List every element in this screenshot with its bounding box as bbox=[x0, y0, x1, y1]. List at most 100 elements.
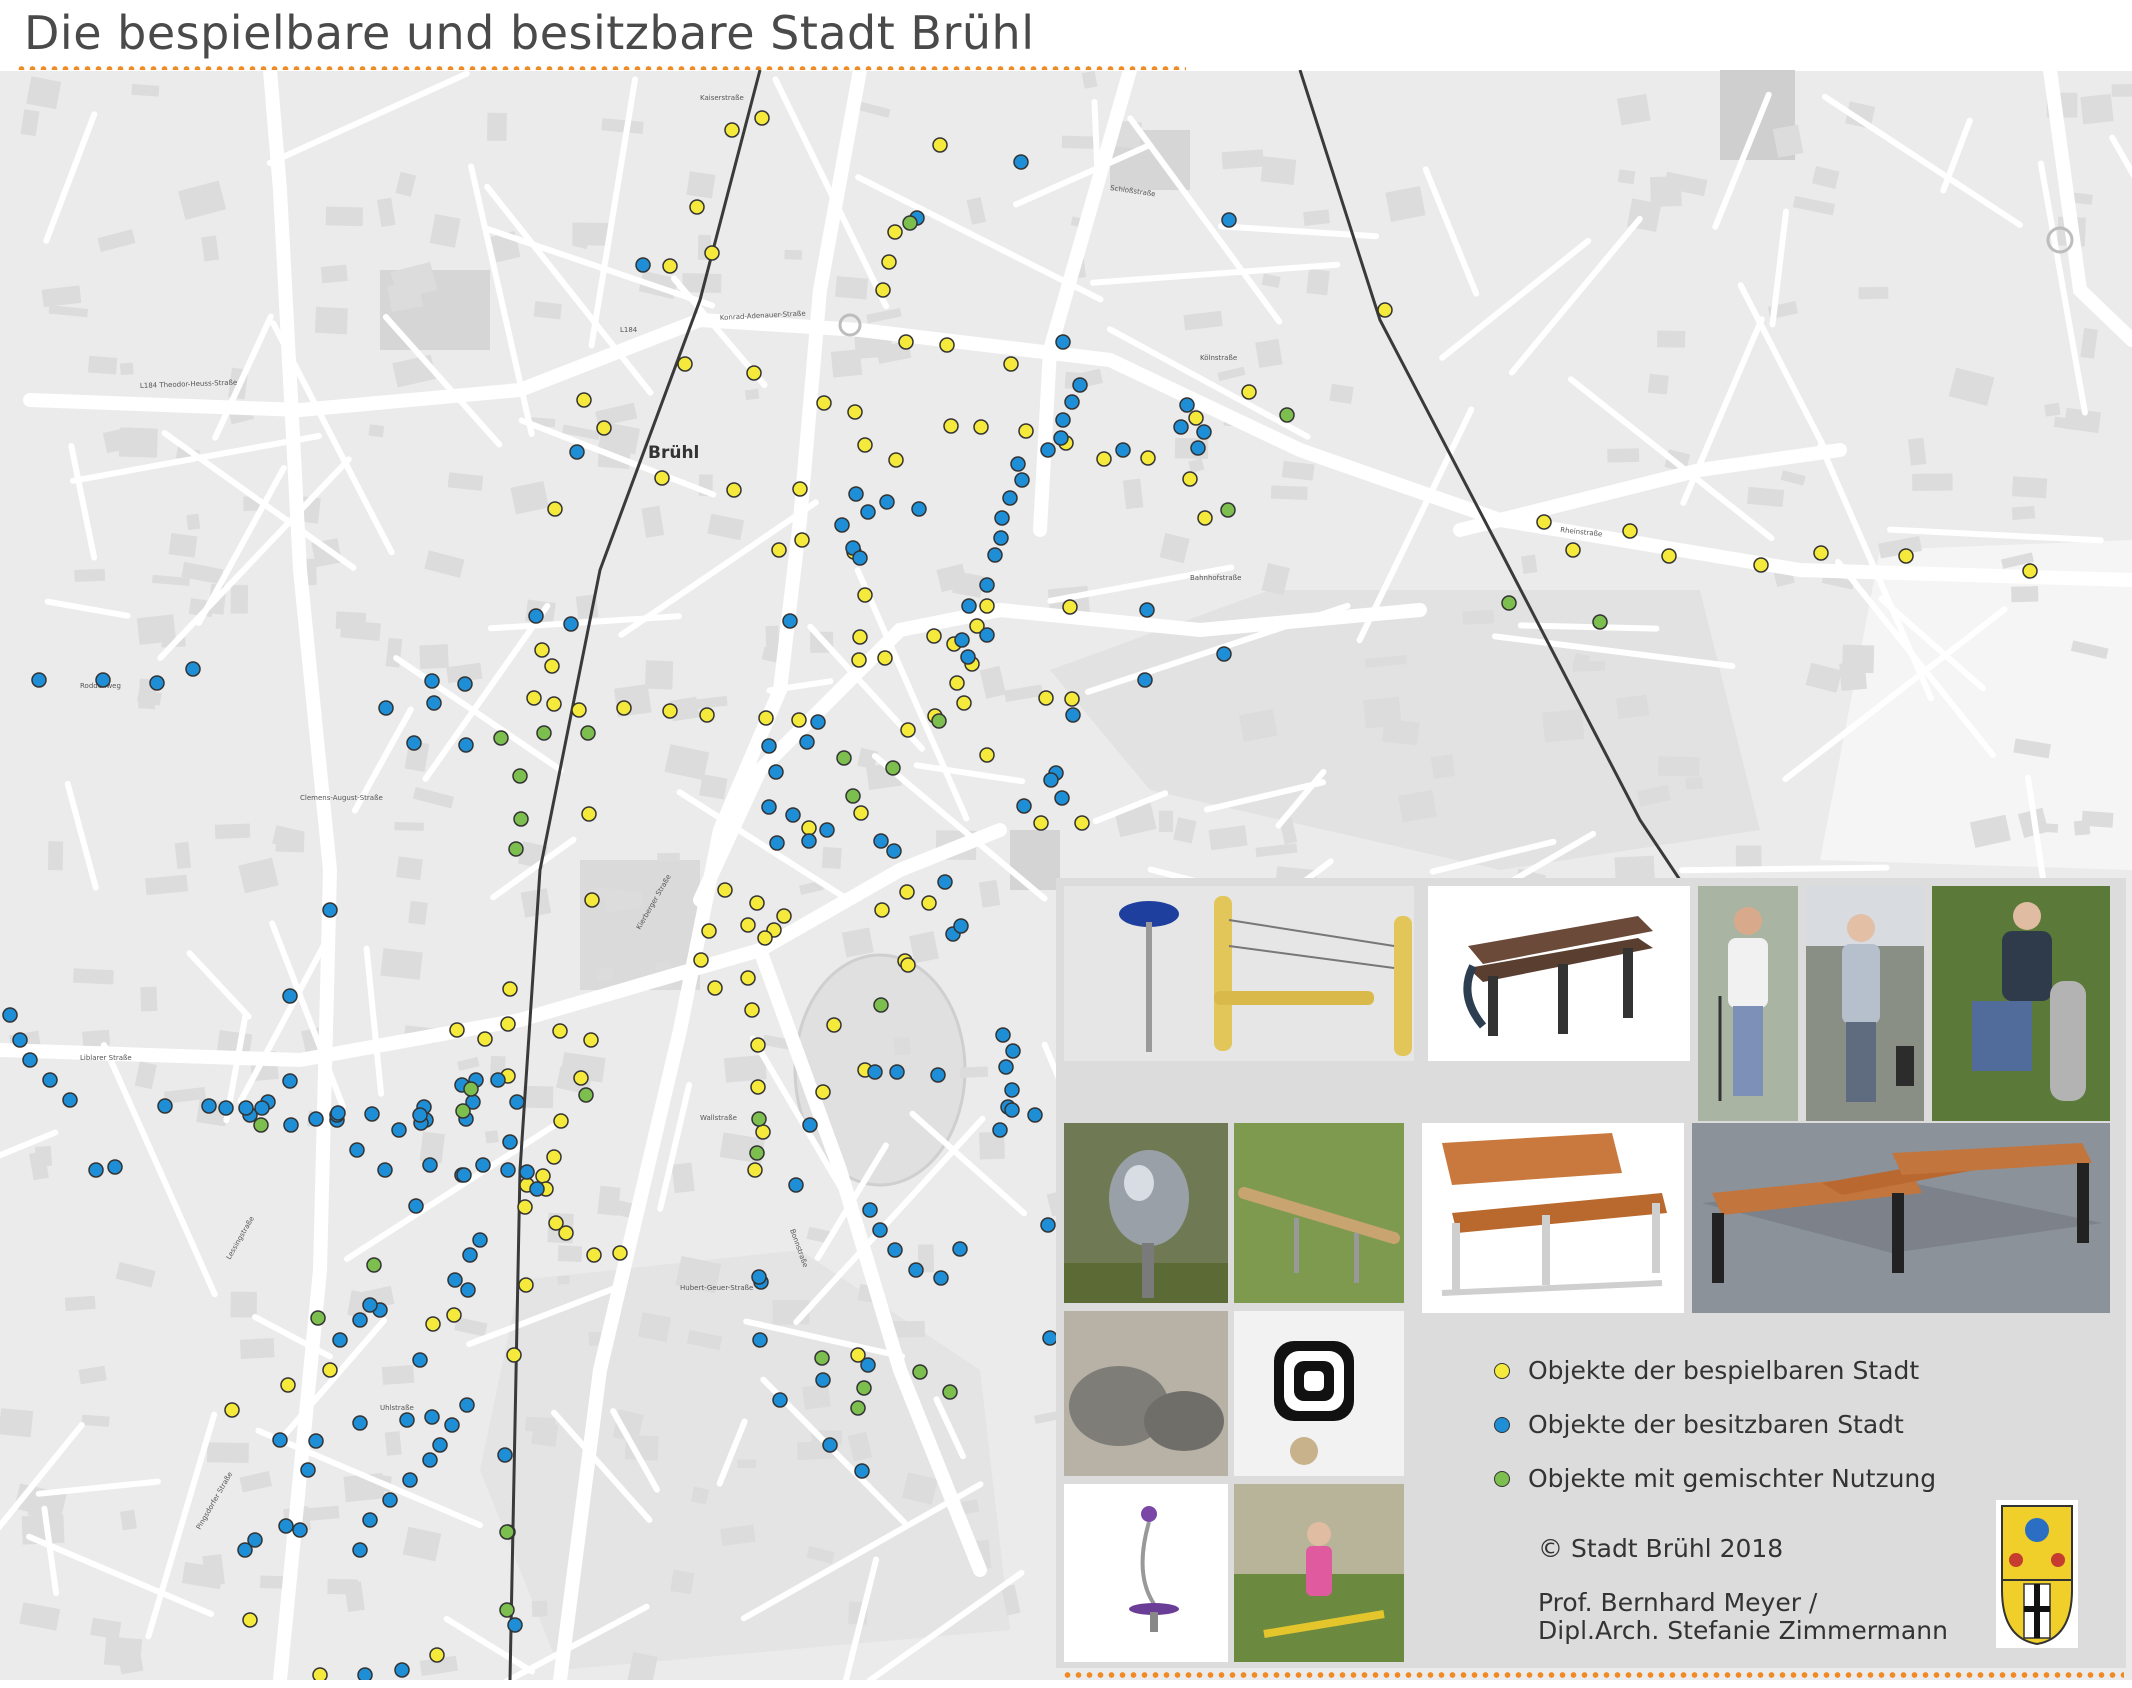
marker-mixed-object[interactable] bbox=[912, 1364, 928, 1380]
marker-mixed-object[interactable] bbox=[253, 1117, 269, 1133]
marker-sit-object[interactable] bbox=[815, 1372, 831, 1388]
marker-sit-object[interactable] bbox=[422, 1157, 438, 1173]
marker-sit-object[interactable] bbox=[322, 902, 338, 918]
marker-sit-object[interactable] bbox=[352, 1542, 368, 1558]
marker-play-object[interactable] bbox=[1622, 523, 1638, 539]
marker-sit-object[interactable] bbox=[282, 1073, 298, 1089]
marker-sit-object[interactable] bbox=[424, 1409, 440, 1425]
marker-sit-object[interactable] bbox=[782, 613, 798, 629]
marker-mixed-object[interactable] bbox=[536, 725, 552, 741]
marker-play-object[interactable] bbox=[322, 1362, 338, 1378]
marker-play-object[interactable] bbox=[699, 707, 715, 723]
marker-play-object[interactable] bbox=[1038, 690, 1054, 706]
marker-play-object[interactable] bbox=[224, 1402, 240, 1418]
marker-sit-object[interactable] bbox=[761, 799, 777, 815]
marker-sit-object[interactable] bbox=[810, 714, 826, 730]
marker-play-object[interactable] bbox=[662, 703, 678, 719]
marker-sit-object[interactable] bbox=[1053, 430, 1069, 446]
marker-play-object[interactable] bbox=[1753, 557, 1769, 573]
marker-sit-object[interactable] bbox=[785, 807, 801, 823]
marker-sit-object[interactable] bbox=[867, 1064, 883, 1080]
marker-play-object[interactable] bbox=[547, 501, 563, 517]
marker-play-object[interactable] bbox=[888, 452, 904, 468]
marker-sit-object[interactable] bbox=[1179, 397, 1195, 413]
marker-play-object[interactable] bbox=[750, 1079, 766, 1095]
marker-mixed-object[interactable] bbox=[942, 1384, 958, 1400]
marker-sit-object[interactable] bbox=[332, 1332, 348, 1348]
marker-play-object[interactable] bbox=[973, 419, 989, 435]
marker-sit-object[interactable] bbox=[472, 1232, 488, 1248]
marker-sit-object[interactable] bbox=[422, 1452, 438, 1468]
marker-sit-object[interactable] bbox=[873, 833, 889, 849]
marker-play-object[interactable] bbox=[1033, 815, 1049, 831]
marker-play-object[interactable] bbox=[576, 392, 592, 408]
marker-sit-object[interactable] bbox=[930, 1067, 946, 1083]
marker-sit-object[interactable] bbox=[834, 517, 850, 533]
marker-sit-object[interactable] bbox=[1042, 1330, 1058, 1346]
marker-mixed-object[interactable] bbox=[845, 788, 861, 804]
marker-play-object[interactable] bbox=[801, 820, 817, 836]
marker-play-object[interactable] bbox=[746, 365, 762, 381]
marker-play-object[interactable] bbox=[949, 675, 965, 691]
marker-play-object[interactable] bbox=[1197, 510, 1213, 526]
marker-play-object[interactable] bbox=[1813, 545, 1829, 561]
marker-play-object[interactable] bbox=[979, 598, 995, 614]
marker-sit-object[interactable] bbox=[801, 833, 817, 849]
marker-play-object[interactable] bbox=[939, 337, 955, 353]
marker-sit-object[interactable] bbox=[1216, 646, 1232, 662]
marker-sit-object[interactable] bbox=[953, 918, 969, 934]
marker-sit-object[interactable] bbox=[330, 1105, 346, 1121]
marker-play-object[interactable] bbox=[526, 690, 542, 706]
marker-sit-object[interactable] bbox=[364, 1106, 380, 1122]
marker-play-object[interactable] bbox=[1377, 302, 1393, 318]
marker-sit-object[interactable] bbox=[460, 1282, 476, 1298]
marker-sit-object[interactable] bbox=[459, 1397, 475, 1413]
marker-sit-object[interactable] bbox=[1221, 212, 1237, 228]
marker-sit-object[interactable] bbox=[507, 1617, 523, 1633]
marker-play-object[interactable] bbox=[449, 1022, 465, 1038]
marker-play-object[interactable] bbox=[853, 805, 869, 821]
marker-sit-object[interactable] bbox=[1115, 442, 1131, 458]
marker-mixed-object[interactable] bbox=[512, 768, 528, 784]
marker-mixed-object[interactable] bbox=[508, 841, 524, 857]
marker-play-object[interactable] bbox=[596, 420, 612, 436]
marker-sit-object[interactable] bbox=[1002, 490, 1018, 506]
marker-play-object[interactable] bbox=[875, 282, 891, 298]
marker-mixed-object[interactable] bbox=[513, 811, 529, 827]
marker-play-object[interactable] bbox=[755, 1124, 771, 1140]
marker-mixed-object[interactable] bbox=[873, 997, 889, 1013]
marker-sit-object[interactable] bbox=[860, 1357, 876, 1373]
marker-play-object[interactable] bbox=[429, 1647, 445, 1663]
marker-sit-object[interactable] bbox=[394, 1662, 410, 1678]
marker-mixed-object[interactable] bbox=[814, 1350, 830, 1366]
marker-play-object[interactable] bbox=[1003, 356, 1019, 372]
marker-play-object[interactable] bbox=[900, 957, 916, 973]
marker-sit-object[interactable] bbox=[529, 1181, 545, 1197]
marker-play-object[interactable] bbox=[826, 1017, 842, 1033]
marker-play-object[interactable] bbox=[2022, 563, 2038, 579]
marker-sit-object[interactable] bbox=[1014, 472, 1030, 488]
marker-sit-object[interactable] bbox=[979, 627, 995, 643]
marker-sit-object[interactable] bbox=[1064, 394, 1080, 410]
marker-play-object[interactable] bbox=[534, 642, 550, 658]
marker-sit-object[interactable] bbox=[1010, 456, 1026, 472]
marker-sit-object[interactable] bbox=[308, 1111, 324, 1127]
marker-sit-object[interactable] bbox=[519, 1164, 535, 1180]
marker-play-object[interactable] bbox=[794, 532, 810, 548]
marker-sit-object[interactable] bbox=[819, 822, 835, 838]
marker-sit-object[interactable] bbox=[768, 764, 784, 780]
marker-sit-object[interactable] bbox=[992, 1122, 1008, 1138]
marker-sit-object[interactable] bbox=[872, 1222, 888, 1238]
marker-play-object[interactable] bbox=[662, 258, 678, 274]
marker-sit-object[interactable] bbox=[569, 444, 585, 460]
marker-sit-object[interactable] bbox=[157, 1098, 173, 1114]
marker-play-object[interactable] bbox=[979, 747, 995, 763]
marker-play-object[interactable] bbox=[899, 884, 915, 900]
marker-play-object[interactable] bbox=[750, 1037, 766, 1053]
marker-sit-object[interactable] bbox=[426, 695, 442, 711]
marker-play-object[interactable] bbox=[921, 895, 937, 911]
marker-sit-object[interactable] bbox=[444, 1417, 460, 1433]
marker-sit-object[interactable] bbox=[854, 1463, 870, 1479]
marker-sit-object[interactable] bbox=[382, 1492, 398, 1508]
marker-play-object[interactable] bbox=[881, 254, 897, 270]
